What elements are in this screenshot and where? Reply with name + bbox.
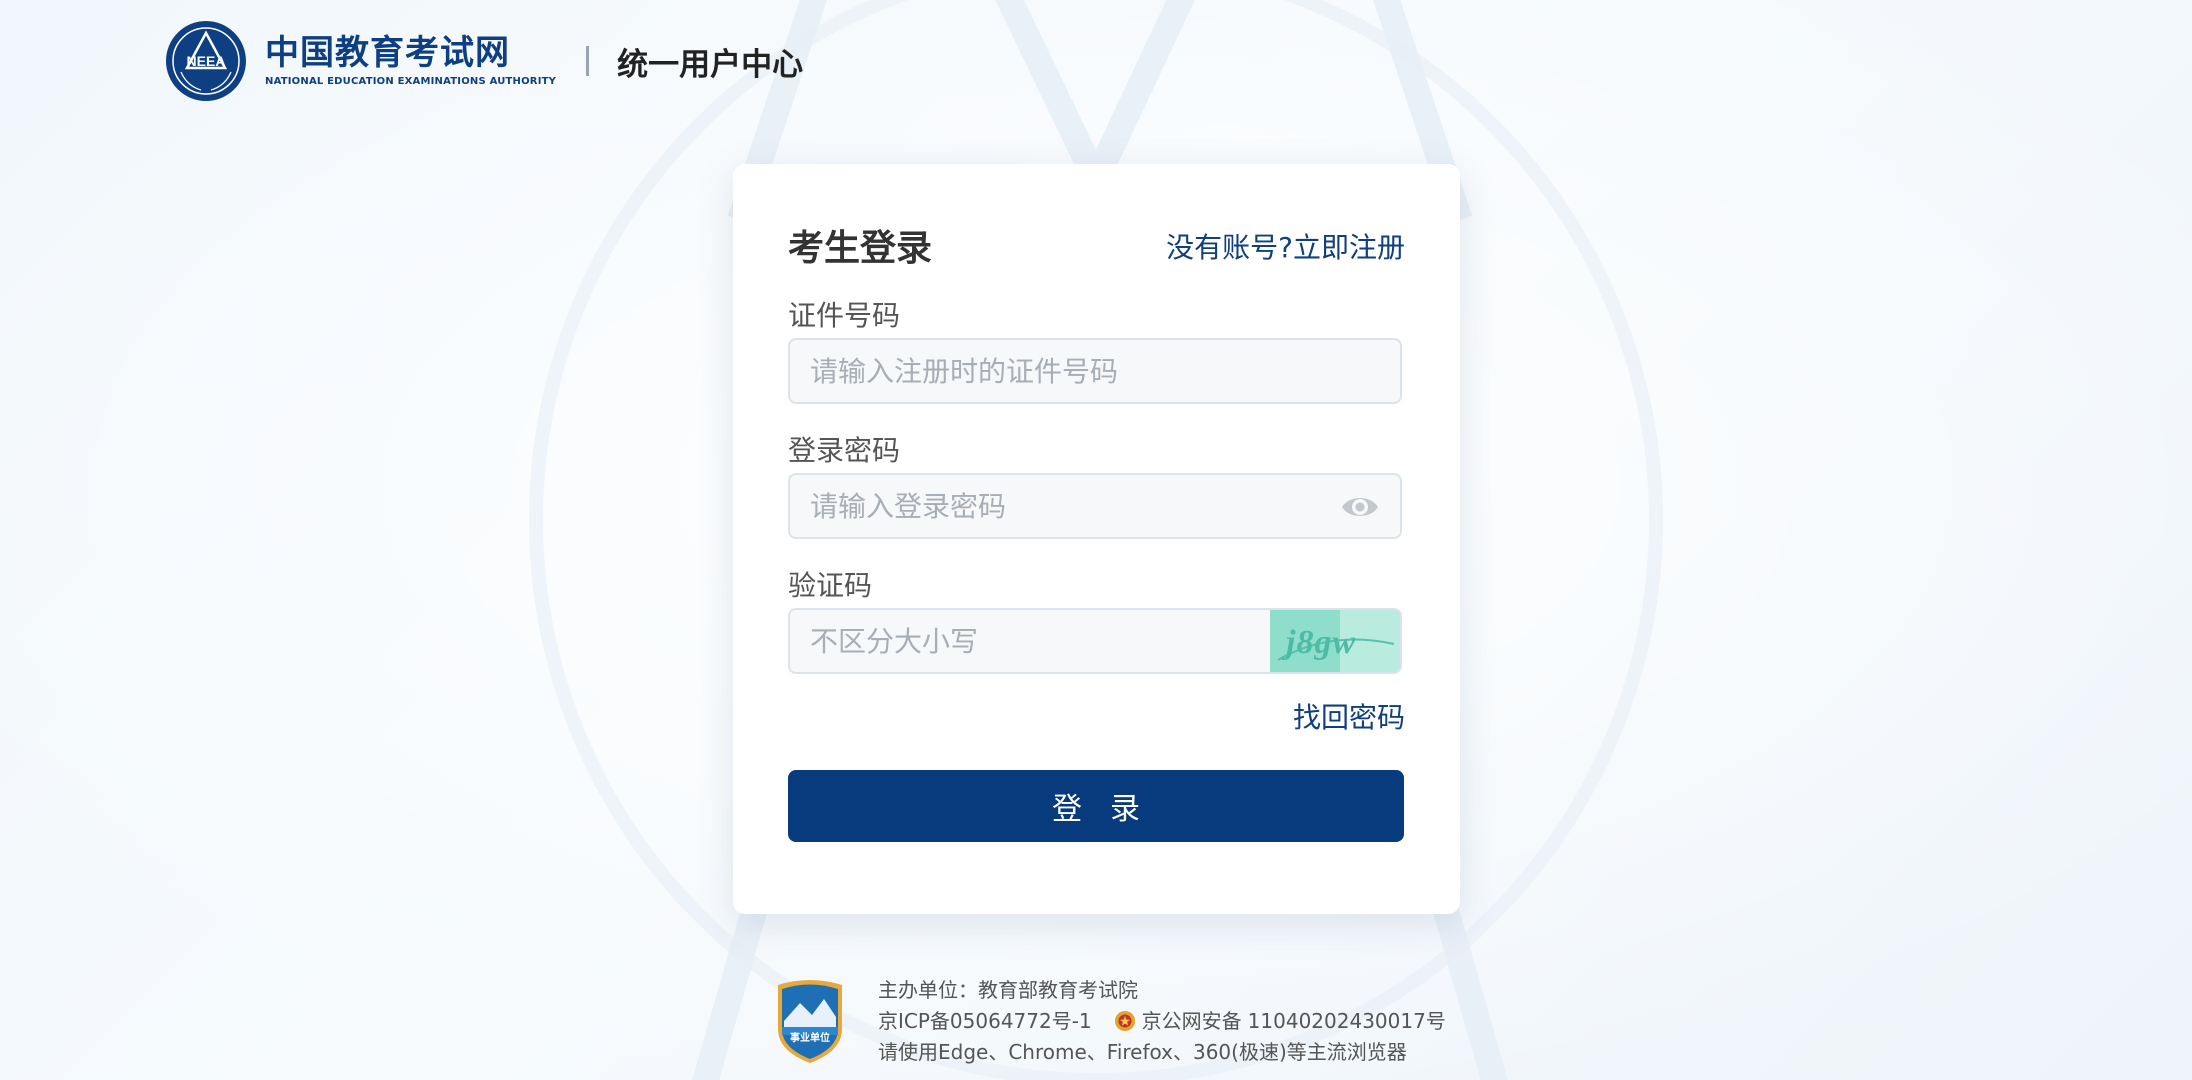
id-number-field	[788, 338, 1402, 404]
header-divider	[586, 46, 590, 76]
neea-logo-icon[interactable]: NEEA	[165, 20, 247, 102]
icp-link[interactable]: 京ICP备05064772号-1	[878, 1006, 1092, 1037]
login-title: 考生登录	[788, 228, 933, 269]
logo-emblem-text: NEEA	[187, 53, 226, 69]
browser-line: 请使用Edge、Chrome、Firefox、360(极速)等主流浏览器	[878, 1037, 1446, 1068]
logo-english-name: NATIONAL EDUCATION EXAMINATIONS AUTHORIT…	[265, 76, 557, 87]
id-number-input[interactable]	[790, 340, 1400, 402]
police-record-link[interactable]: 京公网安备 11040202430017号	[1142, 1006, 1446, 1037]
institution-badge-icon[interactable]: 事业单位	[772, 977, 848, 1065]
forgot-password-link[interactable]: 找回密码	[1293, 696, 1405, 736]
login-button[interactable]: 登录	[788, 770, 1404, 842]
logo-wordmark[interactable]: 中国教育考试网 NATIONAL EDUCATION EXAMINATIONS …	[265, 33, 556, 89]
sponsor-text: 主办单位：教育部教育考试院	[878, 977, 1138, 1002]
captcha-image[interactable]: j8gw	[1270, 610, 1400, 672]
password-input[interactable]	[790, 475, 1400, 537]
site-footer: 事业单位 主办单位：教育部教育考试院 京ICP备05064772号-1 京公网安…	[772, 975, 1446, 1067]
badge-text: 事业单位	[790, 1031, 830, 1044]
login-card: 考生登录 没有账号?立即注册 证件号码 登录密码 验证码 j8gw 找回密码 登…	[733, 164, 1460, 914]
police-prefix: 京公网安备	[1141, 1008, 1242, 1033]
browser-note: 请使用Edge、Chrome、Firefox、360(极速)等主流浏览器	[878, 1039, 1407, 1064]
police-badge-icon	[1114, 1011, 1135, 1031]
register-link[interactable]: 没有账号?立即注册	[1166, 226, 1405, 266]
sponsor-line: 主办单位：教育部教育考试院	[878, 975, 1446, 1006]
captcha-field: j8gw	[788, 608, 1402, 674]
captcha-label: 验证码	[788, 569, 873, 602]
eye-icon[interactable]	[1340, 490, 1380, 524]
registration-line: 京ICP备05064772号-1 京公网安备 11040202430017号	[878, 1006, 1446, 1037]
header-subtitle: 统一用户中心	[617, 46, 804, 83]
police-number: 11040202430017号	[1247, 1008, 1446, 1033]
password-field	[788, 473, 1402, 539]
password-label: 登录密码	[788, 434, 901, 467]
footer-info: 主办单位：教育部教育考试院 京ICP备05064772号-1 京公网安备 1104…	[878, 975, 1446, 1068]
captcha-text: j8gw	[1281, 624, 1356, 661]
id-number-label: 证件号码	[788, 299, 901, 332]
site-header: NEEA 中国教育考试网 NATIONAL EDUCATION EXAMINAT…	[165, 20, 803, 102]
logo-chinese-name: 中国教育考试网	[265, 33, 510, 73]
